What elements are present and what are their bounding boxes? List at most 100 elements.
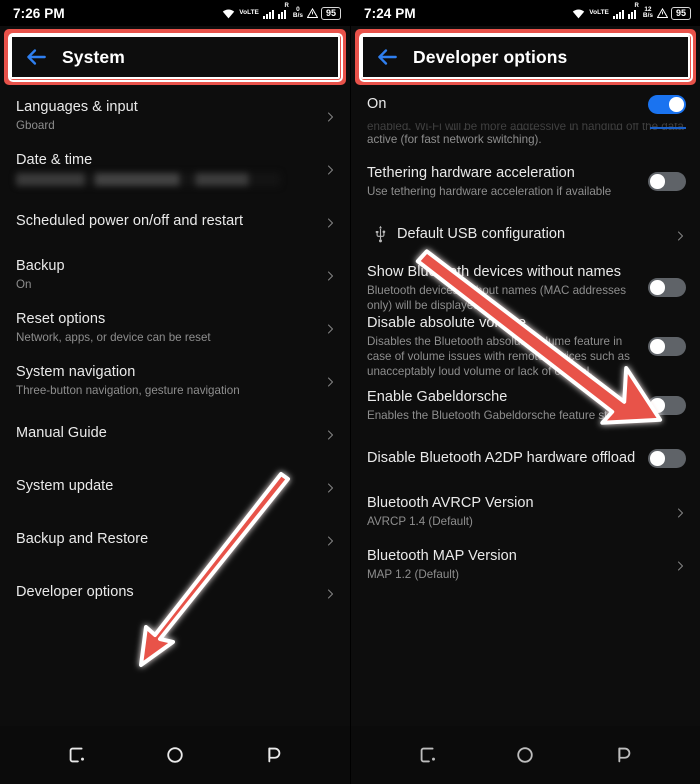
recents-button[interactable] <box>62 740 92 770</box>
alert-triangle-icon <box>307 8 318 18</box>
row-text: Tethering hardware acceleration Use teth… <box>367 164 648 199</box>
toggle-switch[interactable] <box>648 172 686 191</box>
row-text: System navigation Three-button navigatio… <box>16 363 324 398</box>
row-text: Scheduled power on/off and restart <box>16 212 324 231</box>
list-item-enable-gabeldorsche[interactable]: Enable Gabeldorsche Enables the Bluetoot… <box>351 379 700 432</box>
list-item-subtitle: MAP 1.2 (Default) <box>367 568 459 581</box>
row-text: Bluetooth AVRCP Version AVRCP 1.4 (Defau… <box>367 494 674 529</box>
list-item-bluetooth-map-version[interactable]: Bluetooth MAP Version MAP 1.2 (Default) <box>351 538 700 591</box>
list-item-show-bluetooth-devices-without-names[interactable]: Show Bluetooth devices without names Blu… <box>351 261 700 314</box>
toggle-switch[interactable] <box>648 95 686 114</box>
section-divider <box>650 127 686 129</box>
chevron-right-icon <box>324 216 336 228</box>
alert-triangle-icon <box>657 8 668 18</box>
battery-group: 95 <box>657 6 691 20</box>
roaming-signal-icon: R <box>627 3 639 19</box>
list-item-tethering-hw-accel[interactable]: Tethering hardware acceleration Use teth… <box>351 155 700 208</box>
left-phone-screen: 7:26 PM Vo LTE R 0 B/s 95 System Languag… <box>0 0 350 784</box>
list-item-backup-and-restore[interactable]: Backup and Restore <box>0 513 350 566</box>
navigation-bar <box>351 726 700 784</box>
chevron-right-icon <box>674 229 686 241</box>
dual-screenshot: 7:26 PM Vo LTE R 0 B/s 95 System Languag… <box>0 0 700 784</box>
back-button[interactable] <box>608 740 638 770</box>
chevron-right-icon <box>324 110 336 122</box>
row-text: Reset options Network, apps, or device c… <box>16 310 324 345</box>
network-speed-unit: B/s <box>642 12 653 19</box>
list-item-bluetooth-avrcp-version[interactable]: Bluetooth AVRCP Version AVRCP 1.4 (Defau… <box>351 485 700 538</box>
list-item-title: Bluetooth MAP Version <box>367 548 517 564</box>
back-button[interactable] <box>258 740 288 770</box>
list-item-system-update[interactable]: System update <box>0 460 350 513</box>
list-item-title: Tethering hardware acceleration <box>367 165 575 181</box>
network-speed-icon: 0 B/s <box>293 6 303 20</box>
list-item-title: System navigation <box>16 364 136 380</box>
status-bar: 7:24 PM Vo LTE R 12 B/s 95 <box>351 0 700 26</box>
list-item-scheduled-power[interactable]: Scheduled power on/off and restart <box>0 195 350 248</box>
signal-bars-icon <box>612 8 624 19</box>
list-item-title: Scheduled power on/off and restart <box>16 213 244 229</box>
toggle-switch[interactable] <box>648 278 686 297</box>
chevron-right-icon <box>324 269 336 281</box>
row-text: Backup On <box>16 257 324 292</box>
list-item-mobile-data-always-active[interactable]: On <box>351 89 700 123</box>
chevron-right-icon <box>324 428 336 440</box>
network-speed-icon: 12 B/s <box>642 6 653 20</box>
home-button[interactable] <box>510 740 540 770</box>
list-item-title: Disable Bluetooth A2DP hardware offload <box>367 450 636 466</box>
list-item-disable-absolute-volume[interactable]: Disable absolute volume Disables the Blu… <box>351 314 700 379</box>
home-button[interactable] <box>160 740 190 770</box>
battery-icon: 95 <box>671 6 691 20</box>
list-item-default-usb-configuration[interactable]: Default USB configuration <box>351 208 700 261</box>
list-item-disable-bluetooth-a2dp-offload[interactable]: Disable Bluetooth A2DP hardware offload <box>351 432 700 485</box>
list-item-reset-options[interactable]: Reset options Network, apps, or device c… <box>0 301 350 354</box>
list-item-subtitle: AVRCP 1.4 (Default) <box>367 515 473 528</box>
list-item-subtitle: Disables the Bluetooth absolute volume f… <box>367 335 630 378</box>
list-item-title: Developer options <box>16 584 134 600</box>
settings-list: On enabled, Wi-Fi will be more aggressiv… <box>351 85 700 591</box>
chevron-right-icon <box>324 163 336 175</box>
list-item-manual-guide[interactable]: Manual Guide <box>0 407 350 460</box>
toggle-switch[interactable] <box>648 396 686 415</box>
list-item-subtitle: Bluetooth devices without names (MAC add… <box>367 283 627 312</box>
list-item-subtitle: Network, apps, or device can be reset <box>16 331 211 344</box>
row-text: Manual Guide <box>16 424 324 443</box>
list-item-title: Backup and Restore <box>16 531 149 547</box>
title-highlight-box: Developer options <box>355 29 696 85</box>
list-item-title: Default USB configuration <box>397 226 566 242</box>
roaming-signal-icon: R <box>277 3 289 19</box>
status-bar: 7:26 PM Vo LTE R 0 B/s 95 <box>0 0 350 26</box>
app-bar: System <box>10 35 340 79</box>
signal-bars-icon <box>262 8 274 19</box>
right-phone-screen: 7:24 PM Vo LTE R 12 B/s 95 Developer opt… <box>350 0 700 784</box>
row-text: Developer options <box>16 583 324 602</box>
list-item-title: Disable absolute volume <box>367 315 527 331</box>
chevron-right-icon <box>674 559 686 571</box>
app-bar: Developer options <box>361 35 690 79</box>
page-title: Developer options <box>413 46 568 67</box>
list-item-title: Enable Gabeldorsche <box>367 389 508 405</box>
back-arrow-icon[interactable] <box>23 44 49 70</box>
list-item-title: Reset options <box>16 311 106 327</box>
toggle-switch[interactable] <box>648 449 686 468</box>
battery-icon: 95 <box>321 6 341 20</box>
list-item-languages-input[interactable]: Languages & input Gboard <box>0 89 350 142</box>
volte-icon: Vo LTE <box>239 9 259 16</box>
list-item-backup[interactable]: Backup On <box>0 248 350 301</box>
list-item-title: Show Bluetooth devices without names <box>367 263 622 280</box>
status-bar-icons: Vo LTE R 12 B/s 95 <box>572 3 691 20</box>
chevron-right-icon <box>324 534 336 546</box>
volte-bottom-label: LTE <box>247 9 259 16</box>
row-text: Enable Gabeldorsche Enables the Bluetoot… <box>367 388 648 423</box>
status-bar-clock: 7:26 PM <box>13 5 65 21</box>
recents-button[interactable] <box>413 740 443 770</box>
toggle-switch[interactable] <box>648 337 686 356</box>
chevron-right-icon <box>324 322 336 334</box>
back-arrow-icon[interactable] <box>374 44 400 70</box>
list-item-date-time[interactable]: Date & time <box>0 142 350 195</box>
list-item-title: Manual Guide <box>16 425 107 441</box>
title-highlight-box: System <box>4 29 346 85</box>
chevron-right-icon <box>324 587 336 599</box>
row-text: Languages & input Gboard <box>16 98 324 133</box>
list-item-system-navigation[interactable]: System navigation Three-button navigatio… <box>0 354 350 407</box>
list-item-developer-options[interactable]: Developer options <box>0 566 350 619</box>
